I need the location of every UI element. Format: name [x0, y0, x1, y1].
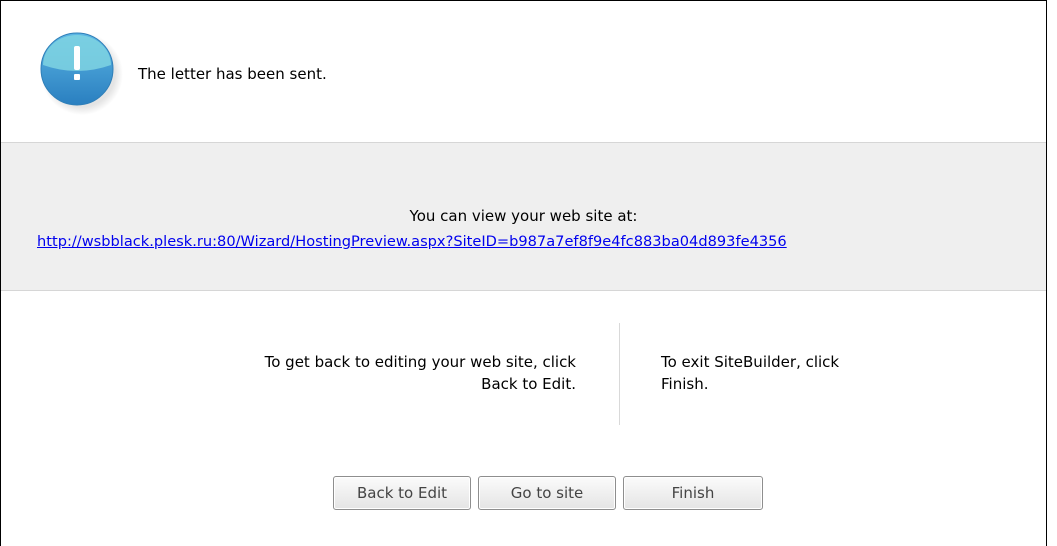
column-divider: [619, 323, 620, 425]
back-instruction-line2: Back to Edit.: [481, 375, 576, 393]
info-exclamation-icon: [37, 29, 123, 115]
button-bar: Back to Edit Go to site Finish: [333, 476, 763, 510]
exit-instruction-line2: Finish.: [661, 375, 709, 393]
exit-instruction: To exit SiteBuilder, click Finish.: [661, 351, 961, 395]
back-instruction-line1: To get back to editing your web site, cl…: [264, 353, 576, 371]
notification-message: The letter has been sent.: [138, 65, 327, 83]
back-to-edit-instruction: To get back to editing your web site, cl…: [151, 351, 576, 395]
preview-url-link[interactable]: http://wsbblack.plesk.ru:80/Wizard/Hosti…: [37, 233, 787, 250]
exit-instruction-line1: To exit SiteBuilder, click: [661, 353, 840, 371]
wizard-panel: The letter has been sent. You can view y…: [0, 0, 1047, 546]
preview-section: You can view your web site at: http://ws…: [1, 142, 1046, 291]
notification-area: The letter has been sent.: [1, 1, 1046, 142]
finish-button[interactable]: Finish: [623, 476, 763, 510]
go-to-site-button[interactable]: Go to site: [478, 476, 616, 510]
back-to-edit-button[interactable]: Back to Edit: [333, 476, 471, 510]
preview-label: You can view your web site at:: [409, 207, 638, 225]
